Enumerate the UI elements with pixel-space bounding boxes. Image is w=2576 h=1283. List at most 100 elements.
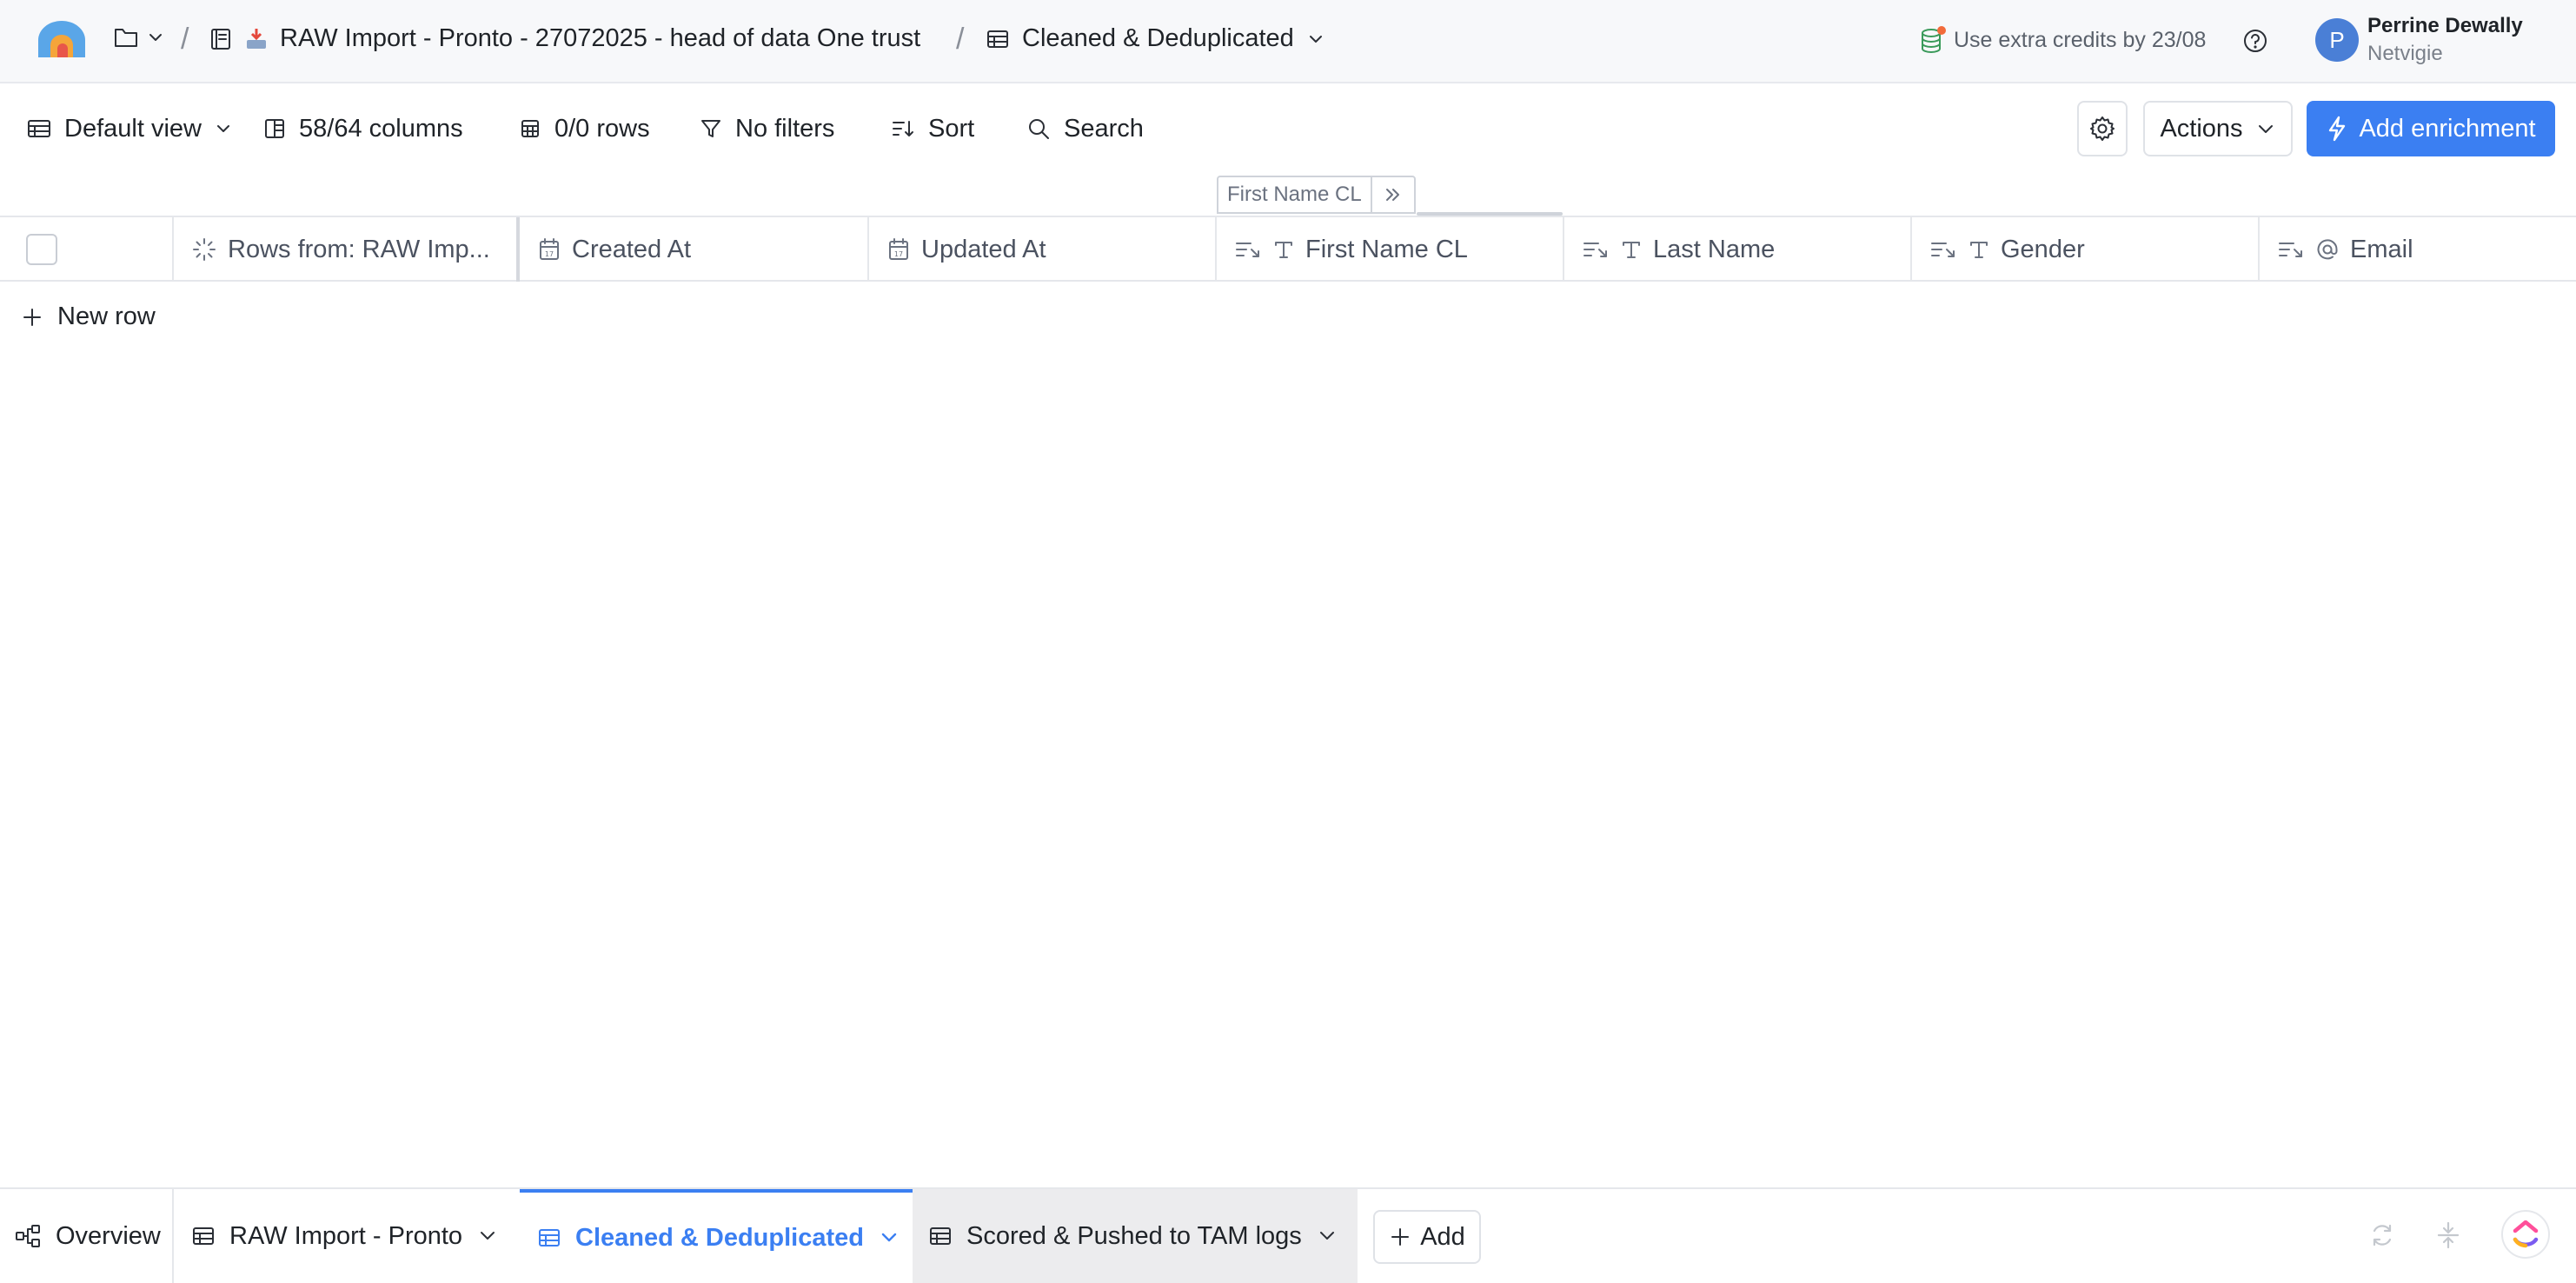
- tab-label: Cleaned & Deduplicated: [575, 1223, 864, 1252]
- tab-overview[interactable]: Overview: [14, 1189, 174, 1283]
- tab-label: RAW Import - Pronto: [229, 1221, 463, 1250]
- plus-icon: [1391, 1228, 1410, 1246]
- top-bar: / RAW Import - Pronto - 27072025 - head …: [0, 0, 2576, 83]
- add-enrichment-button[interactable]: Add enrichment: [2307, 101, 2555, 156]
- avatar-initial: P: [2329, 26, 2345, 53]
- current-table-name: Cleaned & Deduplicated: [1022, 24, 1294, 52]
- collapse-button[interactable]: [2433, 1220, 2463, 1250]
- column-label: Gender: [2001, 235, 2085, 263]
- column-label: Rows from: RAW Imp...: [228, 235, 490, 263]
- project-name: RAW Import - Pronto - 27072025 - head of…: [280, 24, 921, 52]
- plus-icon: [23, 308, 41, 326]
- collapse-rows-icon: [2437, 1221, 2460, 1249]
- formula-lines-icon: [1931, 243, 1955, 257]
- columns-count: 58/64 columns: [299, 114, 463, 143]
- column-tooltip: First Name CL: [1217, 176, 1416, 214]
- chevron-down-icon: [1309, 35, 1322, 43]
- column-header-created-at[interactable]: 17 Created At: [520, 217, 869, 282]
- select-all-cell: [0, 217, 174, 282]
- tab-raw-import[interactable]: RAW Import - Pronto: [191, 1189, 520, 1283]
- filters-label: No filters: [735, 114, 835, 143]
- tab-scored-pushed[interactable]: Scored & Pushed to TAM logs: [913, 1189, 1358, 1283]
- breadcrumb-separator: /: [956, 23, 965, 56]
- app-logo[interactable]: [35, 19, 89, 61]
- chevron-down-icon: [149, 34, 162, 41]
- calendar-icon: 17: [540, 238, 559, 260]
- refresh-button[interactable]: [2367, 1220, 2397, 1250]
- svg-text:17: 17: [545, 250, 554, 258]
- credits-coins-icon: [1922, 26, 1946, 53]
- help-button[interactable]: [2241, 26, 2270, 56]
- select-all-checkbox[interactable]: [26, 234, 57, 265]
- chevron-down-icon: [481, 1232, 495, 1240]
- grid-header: Rows from: RAW Imp... 17 Created At 17 U…: [0, 216, 2576, 282]
- column-label: Created At: [572, 235, 692, 263]
- columns-icon: [265, 119, 284, 138]
- at-icon: [2317, 239, 2338, 260]
- tab-overview-label: Overview: [56, 1221, 161, 1250]
- new-row-label: New row: [57, 302, 156, 330]
- calendar-icon: 17: [889, 238, 908, 260]
- double-chevron-right-icon: [1385, 189, 1399, 201]
- actions-button[interactable]: Actions: [2143, 101, 2293, 156]
- credits-notice[interactable]: Use extra credits by 23/08: [1919, 24, 2206, 56]
- workflow-icon: [16, 1225, 40, 1247]
- view-selector[interactable]: Default view: [26, 110, 233, 148]
- tab-cleaned-deduplicated[interactable]: Cleaned & Deduplicated: [520, 1189, 913, 1283]
- column-header-source-rows[interactable]: Rows from: RAW Imp...: [174, 217, 520, 282]
- rows-icon: [521, 120, 539, 137]
- column-label: First Name CL: [1305, 235, 1468, 263]
- folder-icon: [115, 29, 137, 47]
- loading-icon: [193, 238, 216, 261]
- chevron-down-icon: [216, 125, 229, 132]
- filter-icon: [701, 120, 720, 137]
- text-icon: [1970, 242, 1988, 258]
- add-table-button[interactable]: Add: [1373, 1210, 1481, 1264]
- table-icon: [987, 30, 1008, 48]
- add-table-label: Add: [1420, 1222, 1465, 1251]
- column-label: Email: [2350, 235, 2413, 263]
- search-button[interactable]: Search: [1026, 110, 1144, 148]
- refresh-icon: [2373, 1224, 2392, 1246]
- formula-lines-icon: [2279, 243, 2302, 257]
- column-tooltip-label: First Name CL: [1218, 177, 1372, 212]
- table-switcher[interactable]: Cleaned & Deduplicated: [986, 24, 1325, 53]
- sort-button[interactable]: Sort: [890, 110, 974, 148]
- column-header-first-name-cl[interactable]: First Name CL: [1217, 217, 1564, 282]
- expand-column-button[interactable]: [1372, 177, 1414, 212]
- avatar: P: [2315, 18, 2359, 62]
- filters-button[interactable]: No filters: [699, 110, 834, 148]
- chevron-down-icon: [1319, 1232, 1334, 1240]
- formula-lines-icon: [1236, 243, 1259, 257]
- breadcrumb-project[interactable]: RAW Import - Pronto - 27072025 - head of…: [209, 24, 920, 53]
- column-header-last-name[interactable]: Last Name: [1564, 217, 1912, 282]
- breadcrumb-separator: /: [181, 23, 189, 56]
- lightning-icon: [2329, 116, 2346, 142]
- rows-button[interactable]: 0/0 rows: [518, 110, 650, 148]
- column-label: Updated At: [921, 235, 1046, 263]
- columns-button[interactable]: 58/64 columns: [262, 110, 463, 148]
- column-label: Last Name: [1653, 235, 1776, 263]
- folder-menu-button[interactable]: [113, 26, 165, 49]
- user-menu[interactable]: P Perrine Dewally Netvigie: [2315, 14, 2523, 66]
- table-icon: [193, 1227, 214, 1245]
- user-name: Perrine Dewally: [2367, 14, 2523, 37]
- gear-icon: [2090, 116, 2115, 141]
- rows-count: 0/0 rows: [554, 114, 650, 143]
- text-icon: [1623, 242, 1640, 258]
- clickup-logo[interactable]: [2501, 1210, 2550, 1259]
- add-enrichment-label: Add enrichment: [2359, 114, 2536, 143]
- sort-icon: [893, 121, 913, 136]
- inbox-tray-emoji-icon: [247, 28, 266, 49]
- column-header-gender[interactable]: Gender: [1912, 217, 2260, 282]
- table-icon: [28, 120, 50, 137]
- column-header-email[interactable]: Email: [2260, 217, 2576, 282]
- workbook-icon: [211, 28, 230, 50]
- actions-label: Actions: [2160, 114, 2243, 143]
- svg-text:17: 17: [894, 250, 903, 258]
- settings-button[interactable]: [2077, 101, 2128, 156]
- table-icon: [539, 1229, 560, 1246]
- formula-lines-icon: [1583, 243, 1607, 257]
- new-row-button[interactable]: New row: [21, 302, 156, 331]
- column-header-updated-at[interactable]: 17 Updated At: [869, 217, 1217, 282]
